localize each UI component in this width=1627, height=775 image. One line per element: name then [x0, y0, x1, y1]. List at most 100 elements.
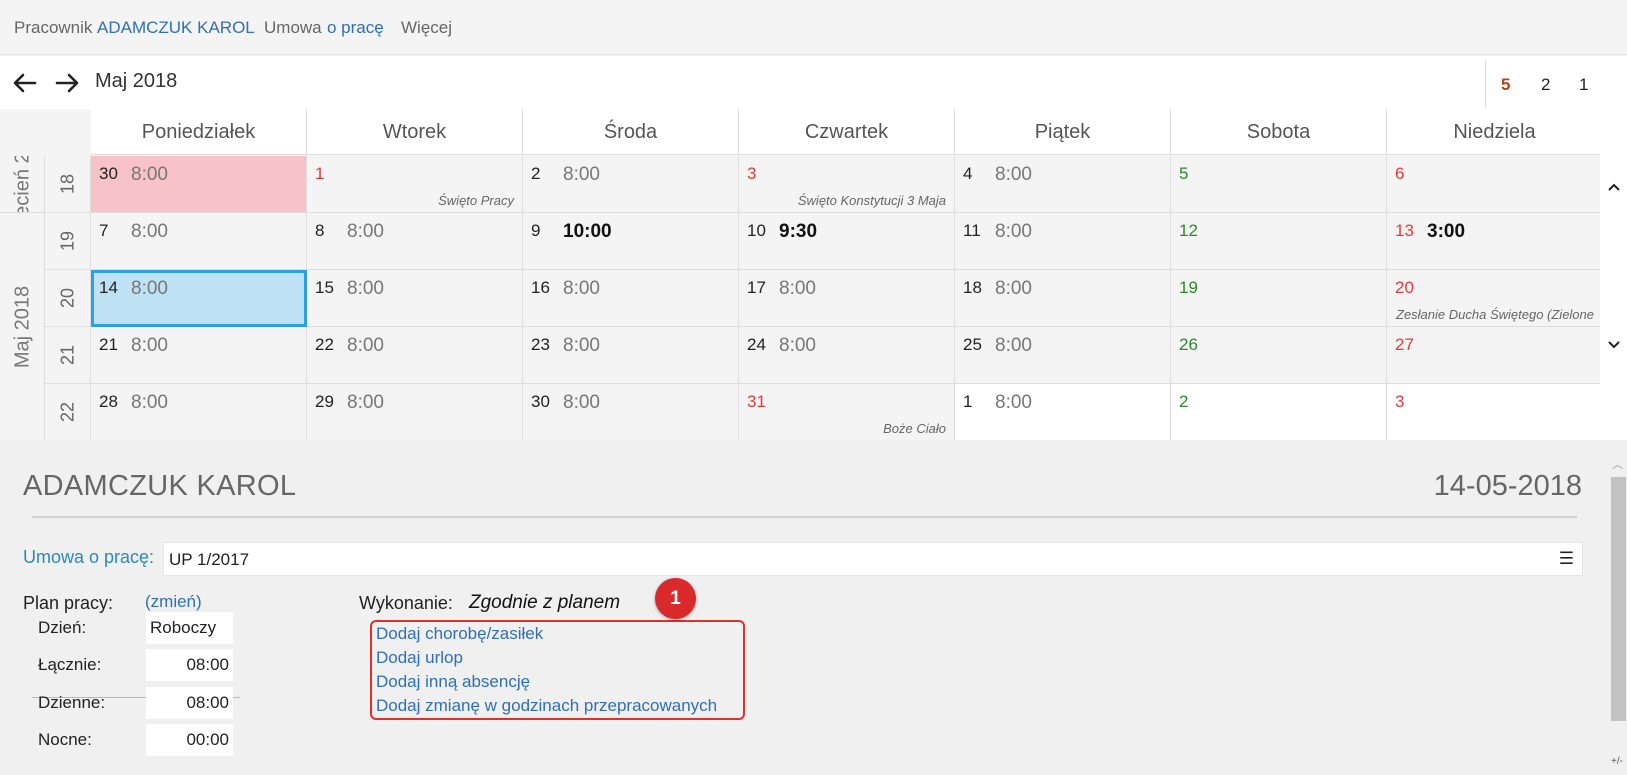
calendar-day-cell[interactable]: 18 8:00 — [955, 270, 1171, 327]
calendar-day-cell[interactable]: 14 8:00 — [91, 270, 307, 327]
holiday-name: Święto Konstytucji 3 Maja — [797, 193, 946, 208]
calendar-day-cell[interactable]: 20 Zesłanie Ducha Świętego (Zielone — [1387, 270, 1603, 327]
weekday-header: Poniedziałek — [91, 109, 307, 155]
day-number: 4 — [963, 164, 973, 183]
plan-total-label: Łącznie: — [38, 655, 102, 674]
add-leave-link[interactable]: Dodaj urlop — [376, 648, 463, 668]
menu-icon[interactable]: ☰ — [1559, 549, 1574, 569]
calendar-day-cell[interactable]: 21 8:00 — [91, 327, 307, 384]
calendar-day-cell[interactable]: 25 8:00 — [955, 327, 1171, 384]
day-number: 12 — [1179, 221, 1198, 240]
day-number: 7 — [99, 221, 109, 240]
calendar-day-cell[interactable]: 23 8:00 — [523, 327, 739, 384]
side-prev-month: Kwiecień 2018 — [0, 156, 45, 213]
plan-night-value: 00:00 — [146, 724, 233, 756]
calendar-day-cell[interactable]: 5 — [1171, 156, 1387, 213]
week-number: 19 — [45, 213, 91, 270]
day-hours: 8:00 — [563, 278, 600, 299]
week-number: 18 — [45, 156, 91, 213]
calendar-day-cell[interactable]: 24 8:00 — [739, 327, 955, 384]
holiday-name: Zesłanie Ducha Świętego (Zielone — [1396, 307, 1594, 322]
calendar-day-cell[interactable]: 17 8:00 — [739, 270, 955, 327]
calendar-day-cell[interactable]: 30 8:00 — [523, 384, 739, 441]
day-number: 24 — [747, 335, 766, 354]
add-sickness-link[interactable]: Dodaj chorobę/zasiłek — [376, 624, 543, 644]
side-current-month-label: Maj 2018 — [11, 285, 33, 368]
breadcrumb-contract-link[interactable]: o pracę — [327, 18, 384, 38]
view-option-2[interactable]: 2 — [1541, 75, 1550, 95]
day-hours: 8:00 — [347, 278, 384, 299]
holiday-name: Święto Pracy — [438, 193, 514, 208]
calendar-day-cell[interactable]: 28 8:00 — [91, 384, 307, 441]
detail-scrollbar[interactable]: ︿ +/- — [1610, 440, 1627, 775]
breadcrumb-employee-link[interactable]: ADAMCZUK KAROL — [97, 18, 255, 38]
calendar-day-cell[interactable]: 2 8:00 — [523, 156, 739, 213]
week-number-label: 20 — [57, 287, 77, 309]
day-hours: 8:00 — [131, 392, 168, 413]
zoom-toggle[interactable]: +/- — [1611, 756, 1623, 767]
annotation-badge: 1 — [655, 578, 696, 619]
plan-day-label: Dzień: — [38, 618, 87, 637]
view-option-5[interactable]: 5 — [1501, 75, 1510, 95]
calendar-day-cell[interactable]: 2 — [1171, 384, 1387, 441]
view-switcher: 5 2 1 — [1485, 60, 1627, 108]
day-number: 9 — [531, 221, 541, 240]
calendar-day-cell[interactable]: 31 Boże Ciało — [739, 384, 955, 441]
day-number: 5 — [1179, 164, 1189, 183]
add-hours-change-link[interactable]: Dodaj zmianę w godzinach przepracowanych — [376, 696, 717, 716]
contract-select[interactable]: UP 1/2017 ☰ — [163, 542, 1583, 576]
calendar-day-cell[interactable]: 3 — [1387, 384, 1603, 441]
prev-month-arrow-icon[interactable] — [10, 68, 40, 98]
view-option-1[interactable]: 1 — [1579, 75, 1588, 95]
calendar-day-cell[interactable]: 26 — [1171, 327, 1387, 384]
calendar-day-cell[interactable]: 1 8:00 — [955, 384, 1171, 441]
breadcrumb-more-link[interactable]: Więcej — [401, 18, 452, 38]
add-other-absence-link[interactable]: Dodaj inną absencję — [376, 672, 530, 692]
calendar-day-cell[interactable]: 30 8:00 — [91, 156, 307, 213]
day-hours: 8:00 — [563, 335, 600, 356]
day-number: 17 — [747, 278, 766, 297]
calendar-day-cell[interactable]: 19 — [1171, 270, 1387, 327]
calendar-day-cell[interactable]: 22 8:00 — [307, 327, 523, 384]
calendar-day-cell[interactable]: 3 Święto Konstytucji 3 Maja — [739, 156, 955, 213]
calendar-day-cell[interactable]: 4 8:00 — [955, 156, 1171, 213]
day-hours: 8:00 — [131, 278, 168, 299]
calendar-day-cell[interactable]: 12 — [1171, 213, 1387, 270]
calendar-day-cell[interactable]: 29 8:00 — [307, 384, 523, 441]
calendar-day-cell[interactable]: 6 — [1387, 156, 1603, 213]
calendar-day-cell[interactable]: 1 Święto Pracy — [307, 156, 523, 213]
day-hours: 8:00 — [563, 164, 600, 185]
calendar-day-cell[interactable]: 16 8:00 — [523, 270, 739, 327]
next-month-arrow-icon[interactable] — [52, 68, 82, 98]
week-number: 21 — [45, 327, 91, 384]
breadcrumb: Pracownik ADAMCZUK KAROL Umowa o pracę W… — [0, 0, 1627, 55]
chevron-down-icon[interactable] — [1606, 337, 1622, 353]
day-hours: 8:00 — [779, 278, 816, 299]
weekday-header: Niedziela — [1387, 109, 1603, 155]
week-number-label: 21 — [57, 344, 77, 366]
contract-label: Umowa o pracę: — [23, 547, 155, 567]
plan-change-link[interactable]: (zmień) — [145, 592, 202, 612]
scroll-up-icon[interactable]: ︿ — [1612, 456, 1623, 472]
day-hours: 8:00 — [995, 335, 1032, 356]
calendar-day-cell[interactable]: 13 3:00 — [1387, 213, 1603, 270]
scrollbar-thumb[interactable] — [1611, 477, 1626, 721]
day-number: 2 — [1179, 392, 1189, 411]
day-number: 30 — [99, 164, 118, 183]
day-number: 14 — [99, 278, 118, 297]
day-number: 20 — [1395, 278, 1414, 297]
plan-label: Plan pracy: — [23, 593, 114, 613]
weekday-header: Wtorek — [307, 109, 523, 155]
calendar-day-cell[interactable]: 8 8:00 — [307, 213, 523, 270]
calendar-day-cell[interactable]: 27 — [1387, 327, 1603, 384]
calendar-day-cell[interactable]: 10 9:30 — [739, 213, 955, 270]
day-hours: 8:00 — [347, 335, 384, 356]
calendar-day-cell[interactable]: 9 10:00 — [523, 213, 739, 270]
calendar-day-cell[interactable]: 11 8:00 — [955, 213, 1171, 270]
calendar-day-cell[interactable]: 7 8:00 — [91, 213, 307, 270]
calendar-day-cell[interactable]: 15 8:00 — [307, 270, 523, 327]
chevron-up-icon[interactable] — [1606, 179, 1622, 195]
day-number: 19 — [1179, 278, 1198, 297]
day-number: 28 — [99, 392, 118, 411]
weekday-header: Sobota — [1171, 109, 1387, 155]
